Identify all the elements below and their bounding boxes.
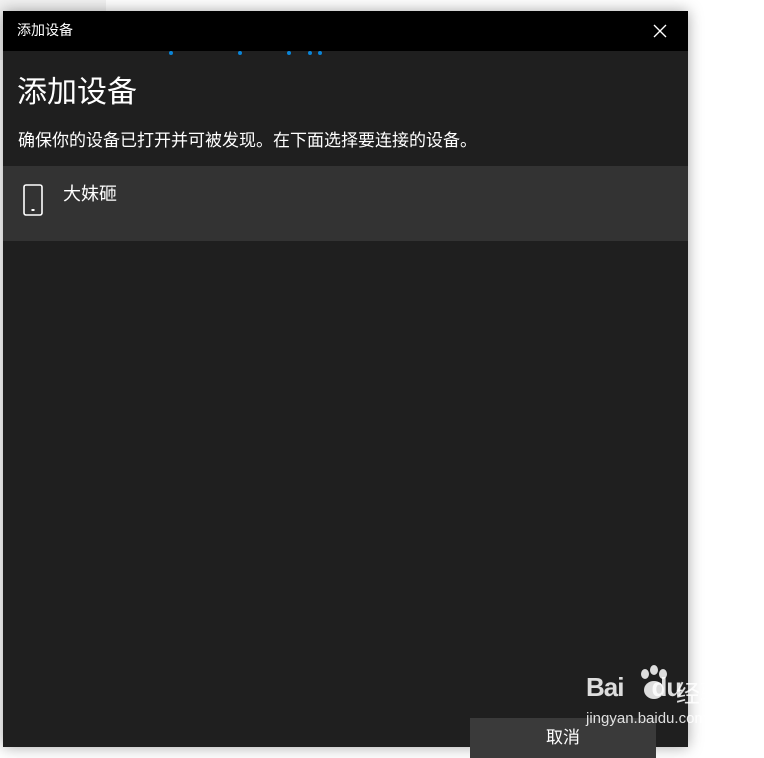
device-list: 大妹砸 (3, 166, 688, 241)
progress-dot (169, 51, 173, 55)
searching-progress-indicator (3, 51, 688, 57)
baidu-jingyan-watermark: Bai du 经验 jingyan.baidu.com (586, 664, 726, 734)
progress-dot (308, 51, 312, 55)
progress-dot (318, 51, 322, 55)
watermark-brand-text: 经验 (676, 680, 724, 708)
device-list-item[interactable]: 大妹砸 (3, 166, 688, 241)
page-title: 添加设备 (17, 75, 137, 110)
instruction-text: 确保你的设备已打开并可被发现。在下面选择要连接的设备。 (18, 131, 477, 151)
progress-dot (238, 51, 242, 55)
progress-dot (287, 51, 291, 55)
device-name: 大妹砸 (63, 184, 117, 205)
close-button[interactable] (632, 11, 688, 51)
add-device-dialog: 添加设备 添加设备 确保你的设备已打开并可被发现。在下面选择要连接的设备。 大妹… (3, 11, 688, 747)
window-title: 添加设备 (17, 23, 73, 39)
phone-icon (23, 184, 43, 216)
title-bar: 添加设备 (3, 11, 688, 51)
watermark-url: jingyan.baidu.com (586, 710, 707, 727)
close-icon (653, 24, 667, 38)
paw-icon (641, 665, 667, 699)
